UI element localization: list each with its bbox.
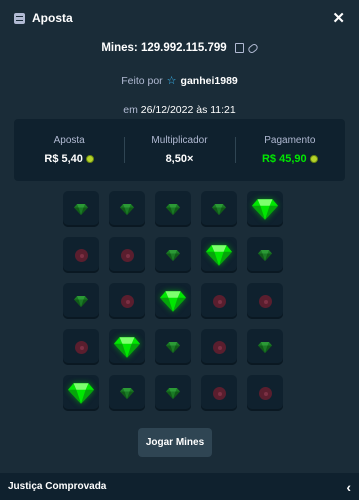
date-value: 26/12/2022 às 11:21 (140, 104, 236, 116)
tile-gem-revealed (155, 283, 191, 319)
mines-grid (63, 191, 283, 411)
link-icon[interactable] (246, 42, 259, 54)
made-by-line: Feito por ☆ ganhei1989 (0, 74, 359, 88)
tile-mine (63, 329, 99, 365)
stat-payout-label: Pagamento (264, 135, 316, 146)
stat-payout: Pagamento R$ 45,90 (234, 135, 345, 165)
tile-gem (247, 237, 283, 273)
stat-multiplier-label: Multiplicador (151, 135, 208, 146)
gem-icon (166, 387, 180, 399)
username-link[interactable]: ganhei1989 (181, 75, 238, 87)
bet-stats-panel: Aposta R$ 5,40 Multiplicador 8,50× Pagam… (14, 119, 345, 181)
tile-mine (201, 283, 237, 319)
tile-gem (155, 237, 191, 273)
stat-bet: Aposta R$ 5,40 (14, 135, 124, 165)
tile-gem (247, 329, 283, 365)
mine-icon (74, 248, 88, 262)
mine-icon (212, 294, 226, 308)
mines-id-line: Mines: 129.992.115.799 (0, 42, 359, 54)
mines-id: Mines: 129.992.115.799 (101, 42, 227, 54)
mine-icon (120, 294, 134, 308)
mine-icon (212, 386, 226, 400)
stat-multiplier: Multiplicador 8,50× (124, 135, 234, 165)
tile-gem (201, 191, 237, 227)
gem-icon (206, 244, 232, 266)
gem-icon (166, 249, 180, 261)
tile-gem (155, 329, 191, 365)
gem-icon (258, 341, 272, 353)
tile-gem (109, 375, 145, 411)
stat-payout-value: R$ 45,90 (261, 153, 307, 165)
stat-multiplier-value: 8,50× (165, 153, 194, 165)
stat-multiplier-value-row: 8,50× (124, 153, 234, 165)
modal-title: Aposta (32, 11, 73, 25)
tile-gem (63, 283, 99, 319)
tile-gem (63, 191, 99, 227)
play-mines-button[interactable]: Jogar Mines (138, 428, 212, 457)
tile-gem-revealed (63, 375, 99, 411)
copy-icon[interactable] (234, 43, 244, 53)
stat-bet-value-row: R$ 5,40 (14, 153, 124, 165)
tile-mine (201, 375, 237, 411)
gem-icon (74, 295, 88, 307)
stat-bet-label: Aposta (53, 135, 85, 146)
tile-gem-revealed (201, 237, 237, 273)
gem-icon (252, 198, 278, 220)
tile-mine (109, 237, 145, 273)
date-prefix: em (123, 104, 138, 116)
provably-fair-bar[interactable]: Justiça Comprovada ‹ (0, 473, 359, 500)
mine-icon (74, 340, 88, 354)
gem-icon (68, 382, 94, 404)
gem-icon (258, 249, 272, 261)
gem-icon (120, 203, 134, 215)
coin-icon (309, 155, 318, 163)
mine-icon (212, 340, 226, 354)
close-icon[interactable]: ✕ (332, 11, 345, 26)
bet-slip-icon (14, 12, 25, 24)
gem-icon (166, 341, 180, 353)
provably-fair-label: Justiça Comprovada (8, 481, 107, 492)
tile-gem-revealed (109, 329, 145, 365)
mine-icon (258, 294, 272, 308)
stat-payout-value-row: R$ 45,90 (235, 153, 345, 165)
tile-gem (155, 375, 191, 411)
tile-mine (201, 329, 237, 365)
modal-header: Aposta ✕ (0, 0, 359, 36)
gem-icon (74, 203, 88, 215)
mine-icon (258, 386, 272, 400)
mine-icon (120, 248, 134, 262)
chevron-left-icon: ‹ (346, 478, 351, 495)
stat-bet-value: R$ 5,40 (44, 153, 83, 165)
tile-mine (247, 283, 283, 319)
tile-mine (109, 283, 145, 319)
gem-icon (120, 387, 134, 399)
tile-gem (155, 191, 191, 227)
gem-icon (114, 336, 140, 358)
tile-gem-revealed (247, 191, 283, 227)
star-icon: ☆ (166, 75, 177, 87)
coin-icon (85, 155, 94, 163)
gem-icon (160, 290, 186, 312)
tile-gem (109, 191, 145, 227)
gem-icon (212, 203, 226, 215)
date-line: em 26/12/2022 às 11:21 (0, 104, 359, 116)
tile-mine (247, 375, 283, 411)
tile-mine (63, 237, 99, 273)
gem-icon (166, 203, 180, 215)
made-by-label: Feito por (121, 74, 163, 87)
